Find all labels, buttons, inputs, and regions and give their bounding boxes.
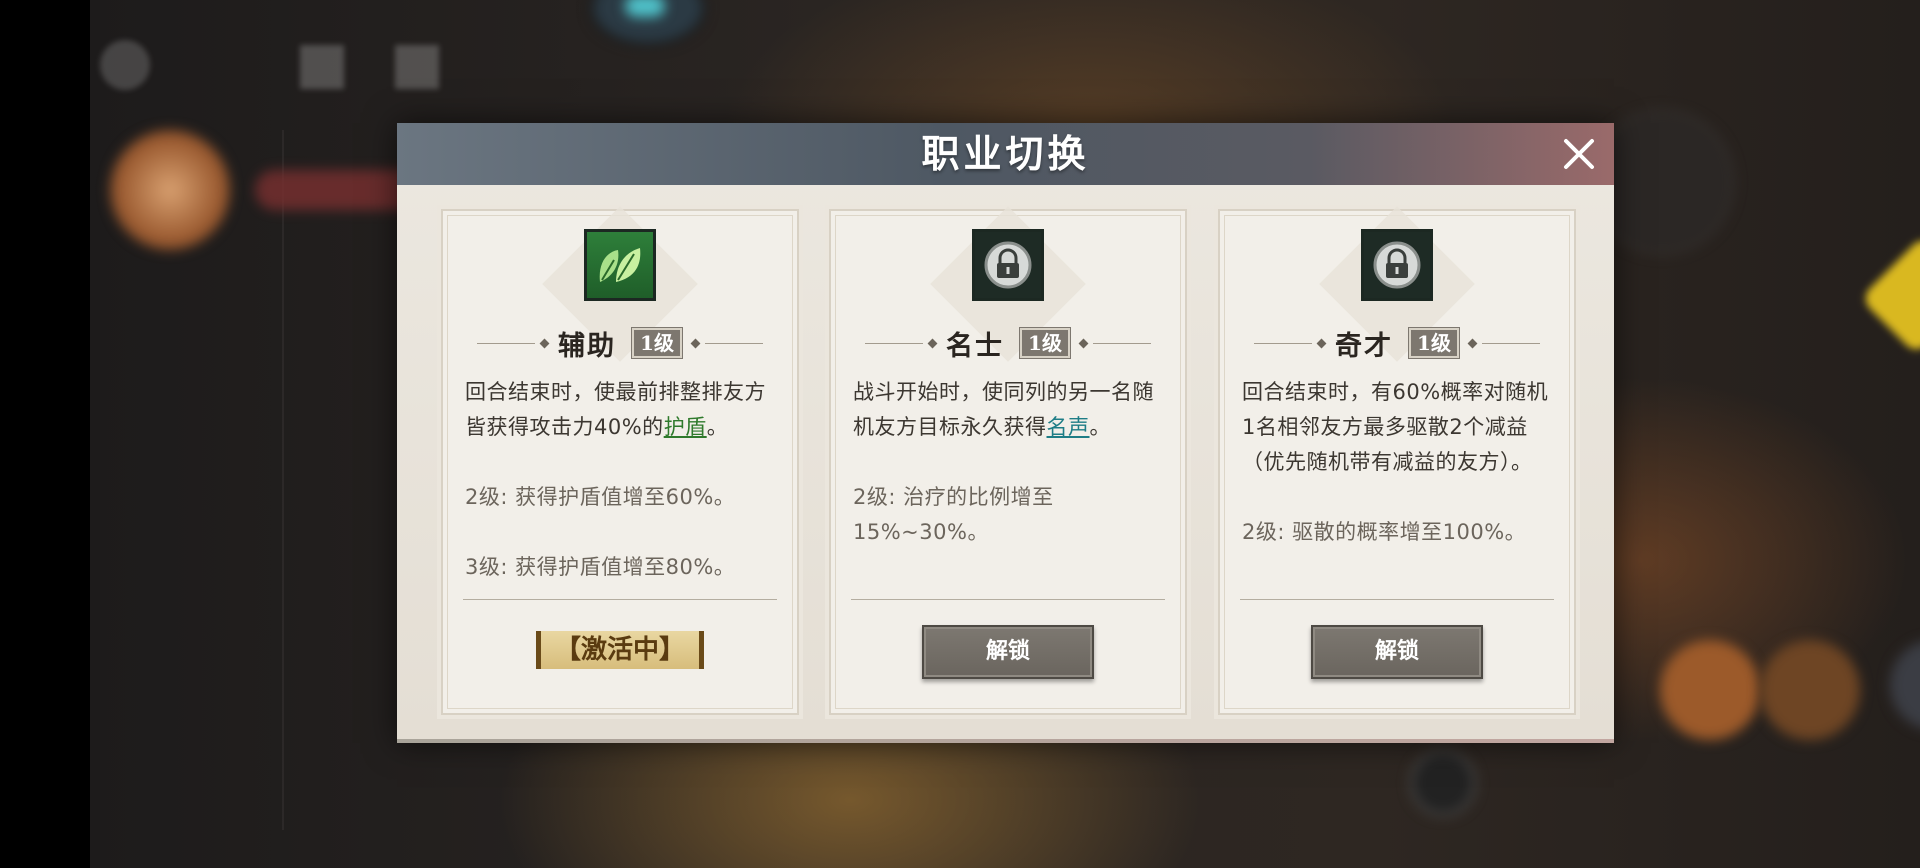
class-name: 辅助 <box>558 330 617 362</box>
blurred-hero-avatar <box>1760 640 1860 740</box>
unlock-button[interactable]: 解锁 <box>922 625 1094 679</box>
class-description: 战斗开始时，使同列的另一名随机友方目标永久获得名声。 2级: 治疗的比例增至15… <box>853 375 1167 550</box>
class-card-prodigy[interactable]: 奇才 1级 回合结束时，有60%概率对随机1名相邻友方最多驱散2个减益（优先随机… <box>1218 206 1576 715</box>
class-card-support[interactable]: 辅助 1级 回合结束时，使最前排整排友方皆获得攻击力40%的护盾。 2级: 获得… <box>441 206 799 715</box>
diamond-ornament-icon <box>927 338 938 348</box>
lock-icon <box>1361 229 1433 301</box>
divider <box>463 599 777 600</box>
level-badge: 1级 <box>1409 328 1459 358</box>
blurred-home-icon <box>300 45 344 89</box>
class-description: 回合结束时，有60%概率对随机1名相邻友方最多驱散2个减益（优先随机带有减益的友… <box>1242 375 1556 550</box>
level-2-effect: 2级: 治疗的比例增至15%~30%。 <box>853 485 1054 544</box>
blurred-orb <box>1410 750 1476 816</box>
dialog-header: 职业切换 <box>397 123 1614 185</box>
level-badge: 1级 <box>632 328 682 358</box>
blurred-hero-avatar <box>1890 640 1920 730</box>
class-description: 回合结束时，使最前排整排友方皆获得攻击力40%的护盾。 2级: 获得护盾值增至6… <box>465 375 779 585</box>
divider <box>865 342 924 344</box>
divider <box>1092 342 1151 344</box>
diamond-ornament-icon <box>1467 338 1478 348</box>
class-switch-dialog: 职业切换 辅助 1级 回合结束时，使最前排整排友方皆获得攻击力40%的护盾。 2… <box>397 123 1614 743</box>
leaf-icon <box>584 229 656 301</box>
level-2-effect: 2级: 获得护盾值增至60%。 <box>465 485 736 509</box>
blurred-mascot-eye <box>625 0 665 17</box>
background-divider <box>282 130 284 830</box>
close-icon[interactable] <box>1558 133 1600 175</box>
divider <box>1254 342 1313 344</box>
unlock-button[interactable]: 解锁 <box>1311 625 1483 679</box>
blurred-player-avatar <box>110 130 230 250</box>
dialog-bottom-border <box>397 739 1614 743</box>
diamond-ornament-icon <box>1078 338 1089 348</box>
level-3-effect: 3级: 获得护盾值增至80%。 <box>465 555 736 579</box>
blurred-back-icon <box>100 40 150 90</box>
active-status-badge: 【激活中】 <box>535 631 705 669</box>
divider <box>1240 599 1554 600</box>
level-badge: 1级 <box>1020 328 1070 358</box>
keyword-link-shield[interactable]: 护盾 <box>664 415 707 439</box>
divider <box>477 342 536 344</box>
keyword-link-fame[interactable]: 名声 <box>1047 415 1090 439</box>
diamond-ornament-icon <box>690 338 701 348</box>
blurred-yellow-gem <box>1859 234 1920 356</box>
class-card-celebrity[interactable]: 名士 1级 战斗开始时，使同列的另一名随机友方目标永久获得名声。 2级: 治疗的… <box>829 206 1187 715</box>
desc-text: 。 <box>1089 415 1111 439</box>
dialog-title: 职业切换 <box>921 131 1090 176</box>
class-name: 名士 <box>946 330 1005 362</box>
divider <box>1481 342 1540 344</box>
class-name-row: 奇才 1级 <box>1220 323 1574 363</box>
class-name-row: 名士 1级 <box>831 323 1185 363</box>
lock-icon <box>972 229 1044 301</box>
desc-text: 。 <box>706 415 729 439</box>
diamond-ornament-icon <box>1316 338 1327 348</box>
blurred-hero-avatar <box>1660 640 1760 740</box>
level-2-effect: 2级: 驱散的概率增至100%。 <box>1242 520 1527 544</box>
desc-text: 回合结束时，有60%概率对随机1名相邻友方最多驱散2个减益（优先随机带有减益的友… <box>1242 380 1549 474</box>
class-name: 奇才 <box>1335 330 1394 362</box>
blurred-list-icon <box>395 45 439 89</box>
class-name-row: 辅助 1级 <box>443 323 797 363</box>
diamond-ornament-icon <box>539 338 550 348</box>
divider <box>851 599 1165 600</box>
divider <box>704 342 763 344</box>
